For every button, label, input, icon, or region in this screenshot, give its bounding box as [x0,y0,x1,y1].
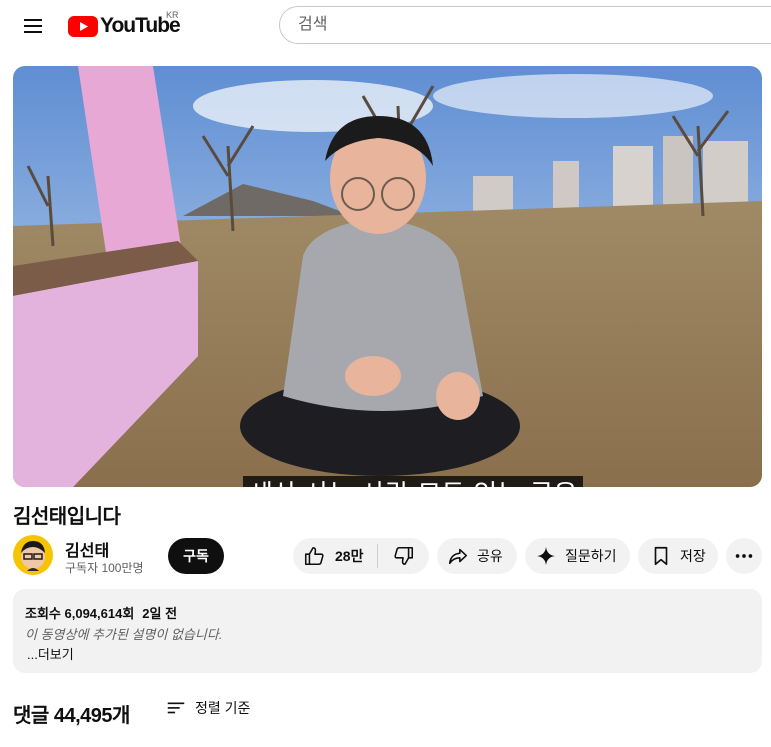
sort-comments-button[interactable]: 정렬 기준 [165,697,250,719]
subscribe-button[interactable]: 구독 [168,538,224,574]
description-text: 이 동영상에 추가된 설명이 없습니다. [25,627,223,642]
more-actions-button[interactable] [726,538,762,574]
comments-count: 댓글 44,495개 [13,705,130,727]
menu-button[interactable] [16,10,50,42]
hamburger-menu-icon [24,19,42,33]
more-dots-icon [735,554,753,558]
ask-label: 질문하기 [565,548,617,564]
video-player[interactable]: 세상 사는 사람 모두 있는 곳은 [13,66,762,487]
like-dislike-group: 28만 [293,538,429,574]
youtube-logo[interactable]: YouTube KR [68,10,181,38]
save-label: 저장 [680,548,706,564]
sort-label: 정렬 기준 [195,700,251,716]
search-input[interactable] [296,15,740,35]
description-stats: 조회수 6,094,614회 2일 전 [25,603,177,622]
upload-age: 2일 전 [142,606,178,621]
video-frame [13,66,762,487]
logo-region: KR [166,10,179,20]
thumb-down-icon [393,546,413,566]
youtube-play-icon [68,15,98,37]
like-button[interactable]: 28만 [293,538,377,574]
avatar-image [13,535,53,575]
thumb-up-icon [304,546,324,566]
video-caption: 세상 사는 사람 모두 있는 곳은 [243,476,584,487]
share-button[interactable]: 공유 [437,538,517,574]
save-button[interactable]: 저장 [638,538,718,574]
like-count: 28만 [335,548,364,564]
show-more-link[interactable]: ...더보기 [27,644,74,663]
sparkle-icon [536,546,556,566]
share-label: 공유 [477,548,503,564]
channel-name[interactable]: 김선태 [65,537,109,561]
search-box[interactable] [279,6,771,44]
view-count: 조회수 6,094,614회 [25,606,135,621]
subscriber-count: 구독자 100만명 [65,561,144,575]
bookmark-icon [654,546,668,566]
sort-icon [167,702,185,714]
channel-avatar[interactable] [13,535,53,575]
video-title: 김선태입니다 [13,506,121,528]
share-arrow-icon [448,548,468,565]
description-box[interactable]: 조회수 6,094,614회 2일 전 이 동영상에 추가된 설명이 없습니다. … [13,589,762,673]
ask-button[interactable]: 질문하기 [525,538,630,574]
dislike-button[interactable] [378,538,429,574]
